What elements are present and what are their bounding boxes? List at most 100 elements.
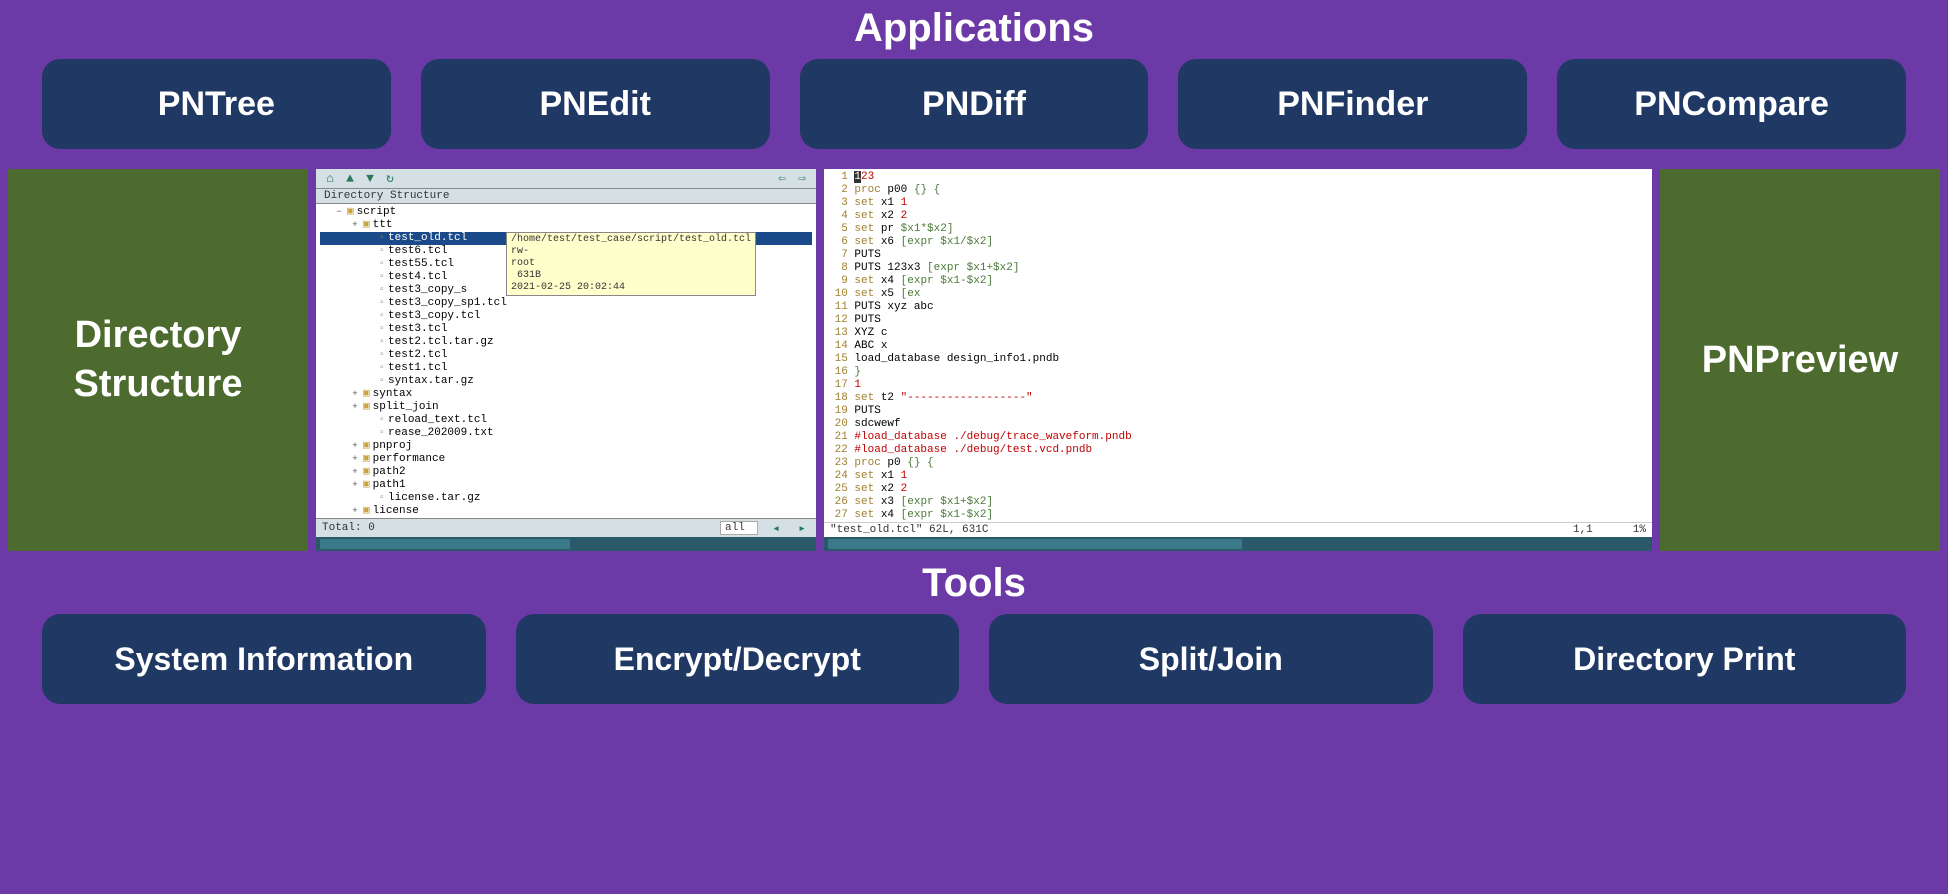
expand-icon[interactable]: + [350, 219, 360, 232]
editor-line: 4 set x2 2 [828, 210, 1648, 223]
applications-section: Applications PNTree PNEdit PNDiff PNFind… [0, 0, 1948, 165]
tree-node-label: test3.tcl [388, 323, 447, 336]
editor-line: 6 set x6 [expr $x1/$x2] [828, 236, 1648, 249]
app-pnfinder-button[interactable]: PNFinder [1178, 59, 1527, 149]
tree-node[interactable]: +▣ttt [320, 219, 812, 232]
tree-scrollbar-h[interactable] [316, 537, 816, 551]
tree-node-label: split_join [373, 401, 439, 414]
tree-node[interactable]: −▣script [320, 206, 812, 219]
file-icon: ▫ [379, 284, 385, 297]
tree-node-label: pnproj [373, 440, 413, 453]
editor-line: 10 set x5 [ex [828, 288, 1648, 301]
tree-node[interactable]: ▫test2.tcl.tar.gz [320, 336, 812, 349]
tree-node-label: test2.tcl.tar.gz [388, 336, 494, 349]
tree-node[interactable]: ▫test3.tcl [320, 323, 812, 336]
editor-line: 8 PUTS 123x3 [expr $x1+$x2] [828, 262, 1648, 275]
editor-line: 15 load_database design_info1.pndb [828, 353, 1648, 366]
tree-node[interactable]: +▣license [320, 505, 812, 518]
filter-prev-icon[interactable]: ◂ [768, 520, 784, 536]
expand-icon[interactable]: + [350, 440, 360, 453]
refresh-icon[interactable]: ↻ [382, 171, 398, 187]
app-pnedit-button[interactable]: PNEdit [421, 59, 770, 149]
editor-line: 20 sdcwewf [828, 418, 1648, 431]
tree-node[interactable]: +▣performance [320, 453, 812, 466]
expand-icon[interactable]: + [350, 505, 360, 518]
tree-node[interactable]: +▣path2 [320, 466, 812, 479]
app-pndiff-button[interactable]: PNDiff [800, 59, 1149, 149]
collapse-icon[interactable]: − [334, 206, 344, 219]
file-icon: ▫ [379, 271, 385, 284]
folder-icon: ▣ [363, 479, 370, 492]
file-icon: ▫ [379, 492, 385, 505]
tree-node-label: syntax [373, 388, 413, 401]
app-pntree-button[interactable]: PNTree [42, 59, 391, 149]
tree-node[interactable]: ▫test1.tcl [320, 362, 812, 375]
editor-line: 14 ABC x [828, 340, 1648, 353]
file-icon: ▫ [379, 362, 385, 375]
tree-node-label: test4.tcl [388, 271, 447, 284]
tree-node-label: test_old.tcl [388, 232, 467, 245]
tree-node[interactable]: ▫test3_copy.tcl [320, 310, 812, 323]
up-icon[interactable]: ▲ [342, 171, 358, 187]
expand-icon[interactable]: + [350, 466, 360, 479]
tree-node-label: script [357, 206, 397, 219]
tree-node[interactable]: +▣split_join [320, 401, 812, 414]
tree-node-label: license [373, 505, 419, 518]
folder-icon: ▣ [363, 505, 370, 518]
forward-icon[interactable]: ⇨ [794, 171, 810, 187]
tool-system-information-button[interactable]: System Information [42, 614, 486, 704]
editor-line: 26 set x3 [expr $x1+$x2] [828, 496, 1648, 509]
down-icon[interactable]: ▼ [362, 171, 378, 187]
tree-node[interactable]: +▣pnproj [320, 440, 812, 453]
editor-line: 5 set pr $x1*$x2] [828, 223, 1648, 236]
directory-structure-label: Directory Structure [8, 169, 308, 551]
expand-icon[interactable]: + [350, 453, 360, 466]
tree-node-label: test1.tcl [388, 362, 447, 375]
editor-scrollbar-h[interactable] [824, 537, 1652, 551]
tool-directory-print-button[interactable]: Directory Print [1463, 614, 1907, 704]
tree-body[interactable]: −▣script+▣ttt▫test_old.tcl▫test6.tcl▫tes… [316, 204, 816, 518]
tree-node[interactable]: ▫reload_text.tcl [320, 414, 812, 427]
file-icon: ▫ [379, 323, 385, 336]
editor-line: 3 set x1 1 [828, 197, 1648, 210]
folder-icon: ▣ [363, 453, 370, 466]
home-icon[interactable]: ⌂ [322, 171, 338, 187]
file-icon: ▫ [379, 336, 385, 349]
expand-icon[interactable]: + [350, 388, 360, 401]
expand-icon[interactable]: + [350, 401, 360, 414]
tree-node[interactable]: ▫license.tar.gz [320, 492, 812, 505]
expand-icon[interactable]: + [350, 479, 360, 492]
tree-node-label: test6.tcl [388, 245, 447, 258]
file-icon: ▫ [379, 349, 385, 362]
editor-line: 19 PUTS [828, 405, 1648, 418]
tree-node[interactable]: ▫syntax.tar.gz [320, 375, 812, 388]
tree-filter-input[interactable]: all [720, 521, 758, 535]
tree-node[interactable]: +▣path1 [320, 479, 812, 492]
editor-scroll-pct: 1% [1633, 524, 1646, 536]
tree-node-label: test3_copy.tcl [388, 310, 480, 323]
editor-line: 24 set x1 1 [828, 470, 1648, 483]
tree-node[interactable]: +▣syntax [320, 388, 812, 401]
app-pncompare-button[interactable]: PNCompare [1557, 59, 1906, 149]
tree-node[interactable]: ▫test2.tcl [320, 349, 812, 362]
tree-node-label: rease_202009.txt [388, 427, 494, 440]
back-icon[interactable]: ⇦ [774, 171, 790, 187]
folder-icon: ▣ [363, 440, 370, 453]
editor-line: 22 #load_database ./debug/test.vcd.pndb [828, 444, 1648, 457]
file-icon: ▫ [379, 427, 385, 440]
tree-node[interactable]: ▫test3_copy_sp1.tcl [320, 297, 812, 310]
pntree-window: ⌂ ▲ ▼ ↻ ⇦ ⇨ Directory Structure −▣script… [316, 169, 816, 551]
file-icon: ▫ [379, 245, 385, 258]
filter-next-icon[interactable]: ▸ [794, 520, 810, 536]
editor-line: 9 set x4 [expr $x1-$x2] [828, 275, 1648, 288]
tools-row: System Information Encrypt/Decrypt Split… [12, 614, 1936, 714]
editor-footer: "test_old.tcl" 62L, 631C 1,1 1% [824, 522, 1652, 537]
folder-icon: ▣ [347, 206, 354, 219]
editor-body[interactable]: 1 123 2 proc p00 {} { 3 set x1 1 4 set x… [824, 169, 1652, 522]
tool-encrypt-decrypt-button[interactable]: Encrypt/Decrypt [516, 614, 960, 704]
editor-line: 11 PUTS xyz abc [828, 301, 1648, 314]
tree-node[interactable]: ▫rease_202009.txt [320, 427, 812, 440]
editor-line: 25 set x2 2 [828, 483, 1648, 496]
tool-split-join-button[interactable]: Split/Join [989, 614, 1433, 704]
folder-icon: ▣ [363, 219, 370, 232]
